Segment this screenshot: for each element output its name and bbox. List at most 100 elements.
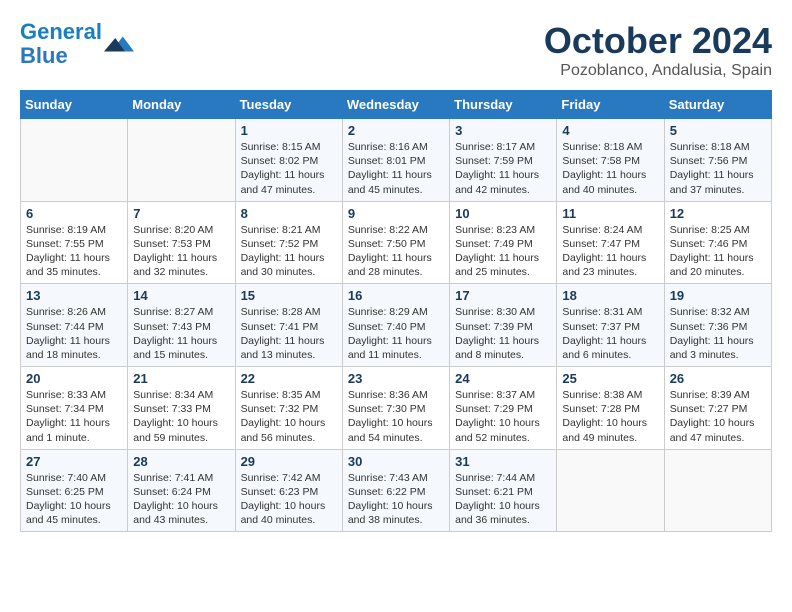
calendar-cell: 30Sunrise: 7:43 AM Sunset: 6:22 PM Dayli… xyxy=(342,449,449,532)
day-info: Sunrise: 8:17 AM Sunset: 7:59 PM Dayligh… xyxy=(455,140,551,197)
day-info: Sunrise: 8:38 AM Sunset: 7:28 PM Dayligh… xyxy=(562,388,658,445)
title-block: October 2024 Pozoblanco, Andalusia, Spai… xyxy=(544,20,772,80)
calendar-cell: 10Sunrise: 8:23 AM Sunset: 7:49 PM Dayli… xyxy=(450,201,557,284)
day-number: 21 xyxy=(133,371,229,386)
weekday-header: Saturday xyxy=(664,91,771,119)
day-info: Sunrise: 8:28 AM Sunset: 7:41 PM Dayligh… xyxy=(241,305,337,362)
day-number: 7 xyxy=(133,206,229,221)
day-number: 26 xyxy=(670,371,766,386)
day-number: 31 xyxy=(455,454,551,469)
day-number: 23 xyxy=(348,371,444,386)
day-info: Sunrise: 8:26 AM Sunset: 7:44 PM Dayligh… xyxy=(26,305,122,362)
calendar-cell: 5 Sunrise: 8:18 AM Sunset: 7:56 PM Daylig… xyxy=(664,119,771,202)
day-number: 4 xyxy=(562,123,658,138)
day-number: 9 xyxy=(348,206,444,221)
day-number: 19 xyxy=(670,288,766,303)
day-info: Sunrise: 8:31 AM Sunset: 7:37 PM Dayligh… xyxy=(562,305,658,362)
calendar-cell: 18 Sunrise: 8:31 AM Sunset: 7:37 PM Dayli… xyxy=(557,284,664,367)
day-number: 29 xyxy=(241,454,337,469)
day-number: 12 xyxy=(670,206,766,221)
calendar-cell: 8Sunrise: 8:21 AM Sunset: 7:52 PM Daylig… xyxy=(235,201,342,284)
calendar-cell xyxy=(664,449,771,532)
day-number: 11 xyxy=(562,206,658,221)
day-info: Sunrise: 8:16 AM Sunset: 8:01 PM Dayligh… xyxy=(348,140,444,197)
calendar-cell xyxy=(128,119,235,202)
day-info: Sunrise: 7:42 AM Sunset: 6:23 PM Dayligh… xyxy=(241,471,337,528)
day-info: Sunrise: 7:40 AM Sunset: 6:25 PM Dayligh… xyxy=(26,471,122,528)
calendar-cell: 20Sunrise: 8:33 AM Sunset: 7:34 PM Dayli… xyxy=(21,367,128,450)
calendar-cell: 28 Sunrise: 7:41 AM Sunset: 6:24 PM Dayli… xyxy=(128,449,235,532)
calendar-cell: 11 Sunrise: 8:24 AM Sunset: 7:47 PM Dayli… xyxy=(557,201,664,284)
logo-line1: General xyxy=(20,19,102,44)
day-number: 18 xyxy=(562,288,658,303)
day-number: 6 xyxy=(26,206,122,221)
calendar-cell: 17 Sunrise: 8:30 AM Sunset: 7:39 PM Dayli… xyxy=(450,284,557,367)
month-title: October 2024 xyxy=(544,20,772,62)
day-info: Sunrise: 8:20 AM Sunset: 7:53 PM Dayligh… xyxy=(133,223,229,280)
day-number: 3 xyxy=(455,123,551,138)
calendar-cell: 24Sunrise: 8:37 AM Sunset: 7:29 PM Dayli… xyxy=(450,367,557,450)
day-number: 15 xyxy=(241,288,337,303)
calendar-cell: 29 Sunrise: 7:42 AM Sunset: 6:23 PM Dayli… xyxy=(235,449,342,532)
calendar-cell: 21 Sunrise: 8:34 AM Sunset: 7:33 PM Dayli… xyxy=(128,367,235,450)
day-number: 27 xyxy=(26,454,122,469)
logo-line2: Blue xyxy=(20,43,68,68)
location: Pozoblanco, Andalusia, Spain xyxy=(544,62,772,80)
calendar-cell: 7 Sunrise: 8:20 AM Sunset: 7:53 PM Daylig… xyxy=(128,201,235,284)
day-info: Sunrise: 8:19 AM Sunset: 7:55 PM Dayligh… xyxy=(26,223,122,280)
calendar-cell: 15 Sunrise: 8:28 AM Sunset: 7:41 PM Dayli… xyxy=(235,284,342,367)
day-info: Sunrise: 8:32 AM Sunset: 7:36 PM Dayligh… xyxy=(670,305,766,362)
day-info: Sunrise: 8:30 AM Sunset: 7:39 PM Dayligh… xyxy=(455,305,551,362)
calendar-cell: 9 Sunrise: 8:22 AM Sunset: 7:50 PM Daylig… xyxy=(342,201,449,284)
day-info: Sunrise: 8:24 AM Sunset: 7:47 PM Dayligh… xyxy=(562,223,658,280)
weekday-header: Friday xyxy=(557,91,664,119)
page-header: General Blue October 2024 Pozoblanco, An… xyxy=(20,20,772,80)
day-info: Sunrise: 8:22 AM Sunset: 7:50 PM Dayligh… xyxy=(348,223,444,280)
day-info: Sunrise: 8:29 AM Sunset: 7:40 PM Dayligh… xyxy=(348,305,444,362)
calendar-cell: 23 Sunrise: 8:36 AM Sunset: 7:30 PM Dayli… xyxy=(342,367,449,450)
day-info: Sunrise: 8:18 AM Sunset: 7:56 PM Dayligh… xyxy=(670,140,766,197)
day-info: Sunrise: 8:37 AM Sunset: 7:29 PM Dayligh… xyxy=(455,388,551,445)
day-info: Sunrise: 8:18 AM Sunset: 7:58 PM Dayligh… xyxy=(562,140,658,197)
calendar-cell: 22 Sunrise: 8:35 AM Sunset: 7:32 PM Dayli… xyxy=(235,367,342,450)
day-number: 30 xyxy=(348,454,444,469)
weekday-header: Sunday xyxy=(21,91,128,119)
day-number: 20 xyxy=(26,371,122,386)
day-number: 2 xyxy=(348,123,444,138)
day-info: Sunrise: 8:35 AM Sunset: 7:32 PM Dayligh… xyxy=(241,388,337,445)
day-info: Sunrise: 8:27 AM Sunset: 7:43 PM Dayligh… xyxy=(133,305,229,362)
calendar-cell: 6 Sunrise: 8:19 AM Sunset: 7:55 PM Daylig… xyxy=(21,201,128,284)
day-number: 28 xyxy=(133,454,229,469)
day-number: 1 xyxy=(241,123,337,138)
day-info: Sunrise: 8:21 AM Sunset: 7:52 PM Dayligh… xyxy=(241,223,337,280)
day-info: Sunrise: 8:34 AM Sunset: 7:33 PM Dayligh… xyxy=(133,388,229,445)
day-info: Sunrise: 8:25 AM Sunset: 7:46 PM Dayligh… xyxy=(670,223,766,280)
day-info: Sunrise: 8:23 AM Sunset: 7:49 PM Dayligh… xyxy=(455,223,551,280)
calendar-table: SundayMondayTuesdayWednesdayThursdayFrid… xyxy=(20,90,772,532)
day-number: 17 xyxy=(455,288,551,303)
day-number: 14 xyxy=(133,288,229,303)
day-info: Sunrise: 8:39 AM Sunset: 7:27 PM Dayligh… xyxy=(670,388,766,445)
calendar-cell: 3 Sunrise: 8:17 AM Sunset: 7:59 PM Daylig… xyxy=(450,119,557,202)
logo: General Blue xyxy=(20,20,134,68)
calendar-cell: 26 Sunrise: 8:39 AM Sunset: 7:27 PM Dayli… xyxy=(664,367,771,450)
day-info: Sunrise: 7:41 AM Sunset: 6:24 PM Dayligh… xyxy=(133,471,229,528)
calendar-cell: 13 Sunrise: 8:26 AM Sunset: 7:44 PM Dayli… xyxy=(21,284,128,367)
calendar-cell: 31Sunrise: 7:44 AM Sunset: 6:21 PM Dayli… xyxy=(450,449,557,532)
calendar-cell: 19 Sunrise: 8:32 AM Sunset: 7:36 PM Dayli… xyxy=(664,284,771,367)
weekday-header: Tuesday xyxy=(235,91,342,119)
calendar-cell: 4 Sunrise: 8:18 AM Sunset: 7:58 PM Daylig… xyxy=(557,119,664,202)
day-info: Sunrise: 8:36 AM Sunset: 7:30 PM Dayligh… xyxy=(348,388,444,445)
weekday-header: Thursday xyxy=(450,91,557,119)
calendar-cell: 12 Sunrise: 8:25 AM Sunset: 7:46 PM Dayli… xyxy=(664,201,771,284)
day-number: 22 xyxy=(241,371,337,386)
weekday-header: Wednesday xyxy=(342,91,449,119)
logo-text: General Blue xyxy=(20,20,102,68)
day-number: 13 xyxy=(26,288,122,303)
day-number: 25 xyxy=(562,371,658,386)
day-number: 5 xyxy=(670,123,766,138)
logo-icon xyxy=(104,29,134,59)
calendar-cell: 2 Sunrise: 8:16 AM Sunset: 8:01 PM Daylig… xyxy=(342,119,449,202)
calendar-cell xyxy=(21,119,128,202)
calendar-cell: 25 Sunrise: 8:38 AM Sunset: 7:28 PM Dayli… xyxy=(557,367,664,450)
